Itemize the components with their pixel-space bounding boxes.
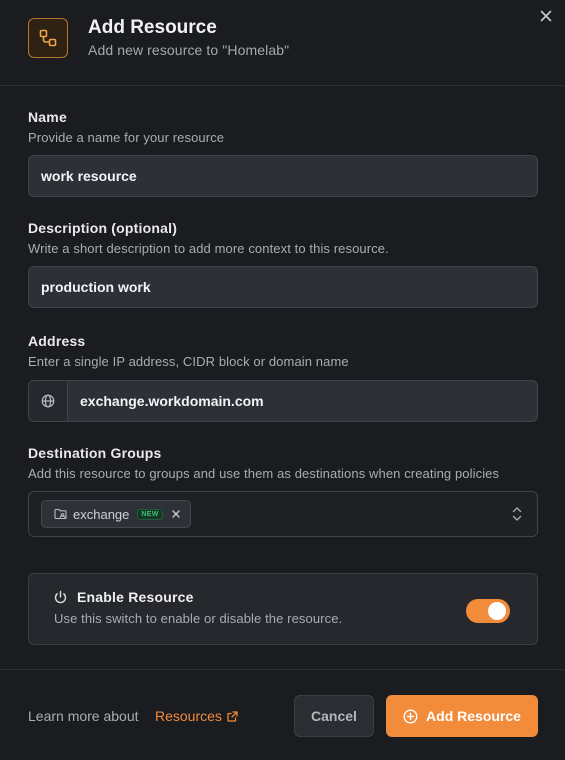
add-resource-button[interactable]: Add Resource xyxy=(386,695,538,737)
modal-title: Add Resource xyxy=(88,17,217,38)
name-input[interactable]: work resource xyxy=(28,155,538,197)
group-chip-label: exchange xyxy=(73,506,130,522)
close-button[interactable] xyxy=(536,6,556,26)
enable-resource-card: Enable Resource Use this switch to enabl… xyxy=(28,573,538,645)
name-help: Provide a name for your resource xyxy=(28,130,225,145)
remove-chip-button[interactable] xyxy=(171,510,180,518)
resource-icon xyxy=(28,18,68,58)
address-label: Address xyxy=(28,333,86,349)
external-link-icon xyxy=(227,710,238,722)
modal-subtitle: Add new resource to "Homelab" xyxy=(88,42,290,58)
description-label: Description (optional) xyxy=(28,220,178,236)
modal-header: Add Resource Add new resource to "Homela… xyxy=(0,0,565,86)
plus-circle-icon xyxy=(403,708,418,724)
address-input[interactable]: exchange.workdomain.com xyxy=(68,381,264,421)
enable-toggle[interactable] xyxy=(466,599,510,623)
add-resource-label: Add Resource xyxy=(426,708,521,724)
power-icon xyxy=(54,590,67,604)
groups-label: Destination Groups xyxy=(28,445,162,461)
groups-select[interactable]: exchange NEW xyxy=(28,491,538,537)
description-help: Write a short description to add more co… xyxy=(28,241,389,256)
close-icon xyxy=(171,510,180,518)
learn-more-text: Learn more about xyxy=(28,708,139,724)
folder-share-icon xyxy=(54,508,67,520)
resources-link-label: Resources xyxy=(155,708,222,724)
add-resource-modal: Add Resource Add new resource to "Homela… xyxy=(0,0,565,760)
name-label: Name xyxy=(28,109,67,125)
group-chip: exchange NEW xyxy=(41,500,191,528)
modal-footer: Learn more about Resources Cancel Add Re… xyxy=(0,669,565,760)
cancel-button[interactable]: Cancel xyxy=(294,695,374,737)
globe-icon xyxy=(29,381,68,421)
close-icon xyxy=(540,10,552,22)
new-badge: NEW xyxy=(137,508,163,520)
enable-title: Enable Resource xyxy=(77,589,194,605)
resources-link[interactable]: Resources xyxy=(155,708,238,724)
address-help: Enter a single IP address, CIDR block or… xyxy=(28,354,349,369)
address-field[interactable]: exchange.workdomain.com xyxy=(28,380,538,422)
enable-description: Use this switch to enable or disable the… xyxy=(54,611,343,626)
groups-help: Add this resource to groups and use them… xyxy=(28,466,500,481)
chevron-up-down-icon xyxy=(512,507,522,521)
toggle-knob xyxy=(488,602,506,620)
description-input[interactable]: production work xyxy=(28,266,538,308)
